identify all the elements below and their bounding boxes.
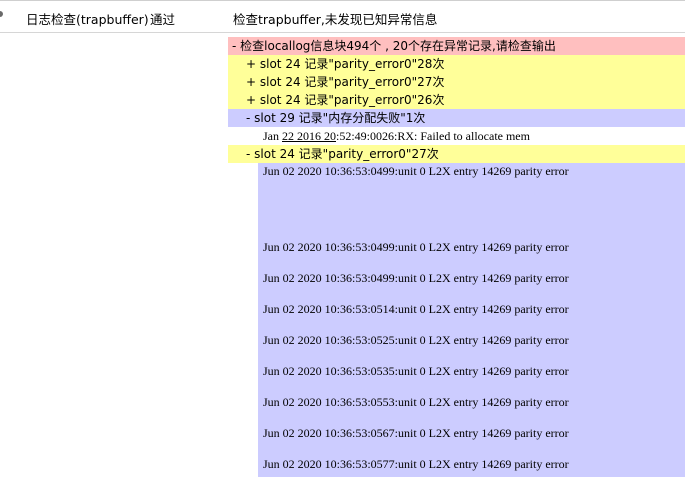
log-date-link: 22 2016 20 (282, 129, 336, 143)
row-marker-icon (0, 11, 3, 17)
check-name: 日志检查(trapbuffer) (26, 12, 149, 27)
slot-record-line[interactable]: + slot 24 记录"parity_error0"26次 (228, 91, 685, 109)
slot-record-line[interactable]: + slot 24 记录"parity_error0"28次 (228, 55, 685, 73)
log-entry: Jan 22 2016 20:52:49:0026:RX: Failed to … (258, 127, 685, 145)
slot-record-line[interactable]: + slot 24 记录"parity_error0"27次 (228, 73, 685, 91)
check-status: 通过 (150, 12, 176, 27)
log-entry: Jun 02 2020 10:36:53:0567:unit 0 L2X ent… (263, 426, 569, 440)
slot-record-line[interactable]: - slot 29 记录"内存分配失败"1次 (228, 109, 685, 127)
log-entry: Jun 02 2020 10:36:53:0577:unit 0 L2X ent… (263, 457, 569, 471)
log-entry: Jun 02 2020 10:36:53:0525:unit 0 L2X ent… (263, 333, 569, 347)
log-entry: Jun 02 2020 10:36:53:0535:unit 0 L2X ent… (263, 364, 569, 378)
log-entry: Jun 02 2020 10:36:53:0553:unit 0 L2X ent… (263, 395, 569, 409)
log-entry: Jun 02 2020 10:36:53:0499:unit 0 L2X ent… (263, 271, 569, 285)
result-row: 日志检查(trapbuffer) 通过 检查trapbuffer,未发现已知异常… (0, 0, 685, 33)
slot-record-line[interactable]: - slot 24 记录"parity_error0"27次 (228, 145, 685, 163)
log-block: Jun 02 2020 10:36:53:0499:unit 0 L2X ent… (258, 163, 685, 477)
summary-line[interactable]: - 检查locallog信息块494个 , 20个存在异常记录,请检查输出 (228, 37, 685, 55)
log-prefix: Jan (263, 129, 282, 143)
log-entry: Jun 02 2020 10:36:53:0514:unit 0 L2X ent… (263, 302, 569, 316)
check-detail: 检查trapbuffer,未发现已知异常信息 (233, 12, 438, 27)
check-result-page: 日志检查(trapbuffer) 通过 检查trapbuffer,未发现已知异常… (0, 0, 685, 477)
log-entry: Jun 02 2020 10:36:53:0499:unit 0 L2X ent… (263, 240, 569, 254)
log-rest: :52:49:0026:RX: Failed to allocate mem (336, 129, 530, 143)
log-entry: Jun 02 2020 10:36:53:0499:unit 0 L2X ent… (263, 164, 569, 178)
detail-output: - 检查locallog信息块494个 , 20个存在异常记录,请检查输出 + … (228, 37, 685, 477)
